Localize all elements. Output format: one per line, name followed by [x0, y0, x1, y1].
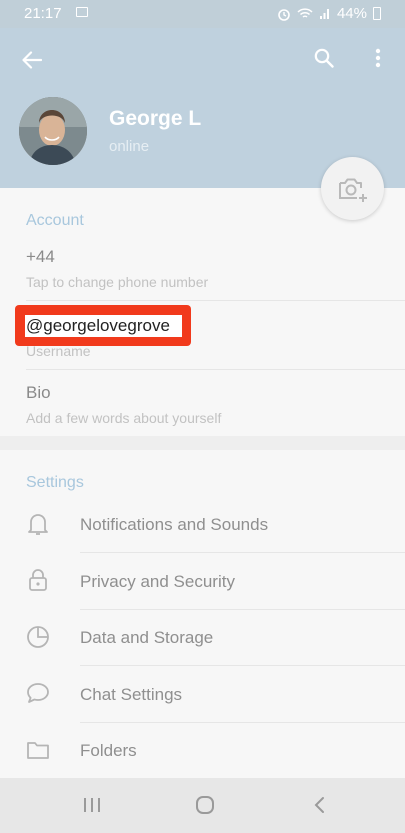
recent-apps-button[interactable] [77, 790, 107, 820]
battery-level: 44% [336, 5, 367, 22]
settings-section [0, 450, 405, 778]
search-icon [314, 48, 334, 68]
home-button[interactable] [190, 790, 220, 820]
folder-icon [24, 736, 52, 764]
status-indicators: 44% [277, 5, 381, 22]
alarm-icon [278, 8, 290, 21]
signal-icon [319, 9, 329, 19]
home-icon [196, 796, 214, 814]
profile-status: online [109, 138, 150, 155]
chat-bubble-icon [24, 679, 52, 707]
divider [80, 609, 405, 610]
search-button[interactable] [310, 44, 338, 72]
divider [80, 552, 405, 553]
pie-chart-icon [24, 623, 52, 651]
system-back-button[interactable] [304, 790, 334, 820]
wifi-icon [297, 8, 313, 18]
more-menu-button[interactable] [366, 44, 390, 72]
set-photo-button[interactable] [321, 157, 384, 220]
settings-section-title: Settings [26, 474, 84, 491]
avatar-photo-icon [19, 97, 87, 165]
divider [80, 665, 405, 666]
battery-icon [373, 7, 381, 20]
settings-item-label: Notifications and Sounds [80, 515, 269, 534]
account-section-title: Account [26, 212, 84, 229]
phone-hint: Tap to change phone number [26, 274, 209, 290]
username-hint: Username [26, 343, 91, 359]
recent-apps-icon [84, 798, 100, 812]
settings-item-label: Data and Storage [80, 628, 214, 647]
avatar[interactable] [19, 97, 87, 165]
settings-item-label: Privacy and Security [80, 572, 235, 591]
chevron-left-icon [314, 797, 324, 813]
settings-item-label: Folders [80, 741, 137, 760]
profile-name: George L [109, 107, 202, 130]
status-time: 21:17 [24, 5, 62, 22]
divider [80, 722, 405, 723]
settings-item-label: Chat Settings [80, 685, 183, 704]
divider [26, 369, 405, 370]
bio-label: Bio [26, 383, 51, 402]
more-vertical-icon [375, 48, 381, 68]
image-notification-icon [76, 7, 88, 17]
divider [26, 300, 405, 301]
back-button[interactable] [18, 46, 46, 74]
lock-icon [24, 566, 52, 594]
username-value: @georgelovegrove [26, 316, 170, 335]
phone-number: +44 [26, 247, 55, 266]
bio-hint: Add a few words about yourself [26, 410, 222, 426]
arrow-left-icon [22, 51, 42, 69]
add-photo-camera-icon [338, 178, 367, 202]
status-bar: 21:17 44% [0, 0, 405, 28]
navigation-bar [0, 778, 405, 833]
bell-icon [24, 510, 52, 538]
